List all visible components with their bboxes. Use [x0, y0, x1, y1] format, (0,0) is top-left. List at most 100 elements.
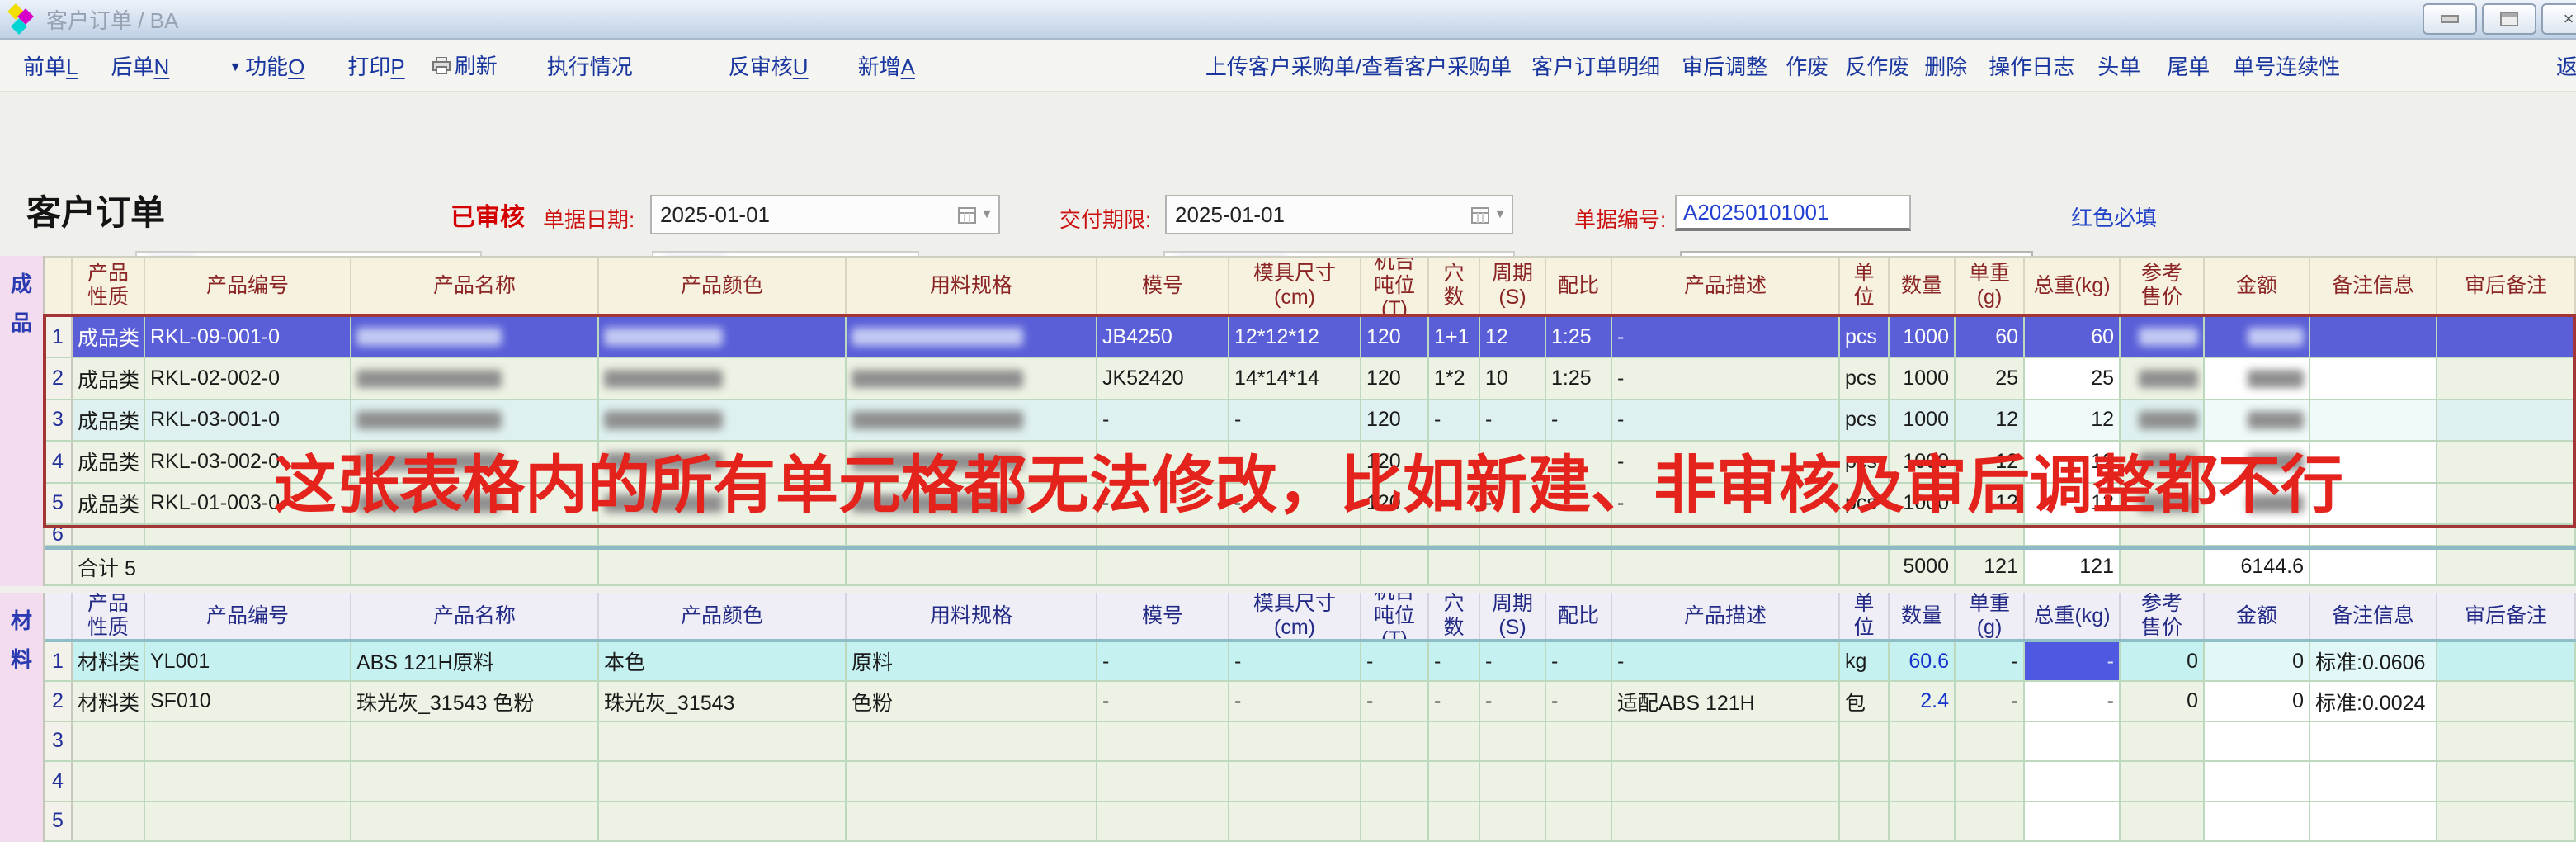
- grid-cell[interactable]: [599, 358, 847, 400]
- grid-cell[interactable]: [2121, 484, 2205, 525]
- toolbar-button-add-new[interactable]: 新增A: [858, 50, 915, 81]
- grid-cell[interactable]: 本色: [599, 642, 847, 682]
- grid-cell[interactable]: -: [1361, 642, 1429, 682]
- grid-cell[interactable]: 120: [1361, 358, 1429, 400]
- close-button[interactable]: ×: [2541, 3, 2576, 35]
- grid-cell[interactable]: [351, 802, 599, 842]
- toolbar-button-last-doc[interactable]: 尾单: [2167, 50, 2210, 81]
- grid-cell[interactable]: [1956, 802, 2025, 842]
- grid-cell[interactable]: -: [1612, 484, 1840, 525]
- grid-cell[interactable]: [2121, 762, 2205, 802]
- toolbar-button-void[interactable]: 作废: [1786, 50, 1828, 81]
- grid-cell[interactable]: 0: [2121, 642, 2205, 682]
- grid-cell[interactable]: [1546, 802, 1612, 842]
- grid-cell[interactable]: -: [1229, 484, 1361, 525]
- maximize-button[interactable]: [2482, 3, 2536, 35]
- grid-cell[interactable]: [145, 762, 351, 802]
- row-number[interactable]: 1: [45, 317, 73, 358]
- grid-cell[interactable]: [351, 358, 599, 400]
- grid-cell[interactable]: [2205, 317, 2310, 358]
- grid-cell[interactable]: [1956, 722, 2025, 762]
- row-number[interactable]: 3: [45, 722, 73, 762]
- grid-cell[interactable]: [2205, 525, 2310, 546]
- grid-cell[interactable]: pcs: [1840, 442, 1890, 483]
- toolbar-button-unvoid[interactable]: 反作废: [1845, 50, 1909, 81]
- toolbar-button-operation-log[interactable]: 操作日志: [1989, 50, 2074, 81]
- grid-cell[interactable]: pcs: [1840, 400, 1890, 442]
- toolbar-button-next-doc[interactable]: 后单N: [111, 50, 169, 81]
- grid-cell[interactable]: -: [1097, 642, 1229, 682]
- grid-cell[interactable]: JK52420: [1097, 358, 1229, 400]
- grid-cell[interactable]: [1097, 722, 1229, 762]
- toolbar-button-back[interactable]: 返回: [2556, 50, 2576, 81]
- grid-cell[interactable]: [2437, 642, 2576, 682]
- grid-cell[interactable]: pcs: [1840, 317, 1890, 358]
- grid-cell[interactable]: YL001: [145, 642, 351, 682]
- grid-cell[interactable]: -: [1480, 484, 1546, 525]
- grid-cell[interactable]: -: [1097, 400, 1229, 442]
- grid-cell[interactable]: [1890, 762, 1956, 802]
- grid-cell[interactable]: [1480, 722, 1546, 762]
- grid-cell[interactable]: [1229, 722, 1361, 762]
- grid-cell[interactable]: 0: [2205, 682, 2310, 721]
- grid-cell[interactable]: 12: [1480, 317, 1546, 358]
- grid-cell[interactable]: [2121, 358, 2205, 400]
- grid-cell[interactable]: 1000: [1890, 317, 1956, 358]
- grid-cell[interactable]: 材料类: [73, 642, 145, 682]
- grid-cell[interactable]: 包: [1840, 682, 1890, 721]
- grid-cell[interactable]: 珠光灰_31543 色粉: [351, 682, 599, 721]
- row-number[interactable]: 4: [45, 442, 73, 483]
- grid-cell[interactable]: [2025, 525, 2121, 546]
- row-number[interactable]: 1: [45, 642, 73, 682]
- grid-cell[interactable]: [599, 762, 847, 802]
- grid-cell[interactable]: 12*12*12: [1229, 317, 1361, 358]
- grid-cell[interactable]: SF010: [145, 682, 351, 721]
- grid-cell[interactable]: [2121, 400, 2205, 442]
- grid-cell[interactable]: [1429, 525, 1480, 546]
- grid-cell[interactable]: [1840, 802, 1890, 842]
- grid-cell[interactable]: [2310, 442, 2437, 483]
- grid-cell[interactable]: 120: [1361, 442, 1429, 483]
- row-number[interactable]: 5: [45, 484, 73, 525]
- grid-cell[interactable]: [847, 722, 1097, 762]
- grid-cell[interactable]: 珠光灰_31543: [599, 682, 847, 721]
- grid-cell[interactable]: [2205, 400, 2310, 442]
- grid-cell[interactable]: 1000: [1890, 484, 1956, 525]
- toolbar-button-customer-order-details[interactable]: 客户订单明细: [1531, 50, 1660, 81]
- grid-cell[interactable]: 12: [2025, 442, 2121, 483]
- grid-cell[interactable]: -: [2025, 642, 2121, 682]
- grid-cell[interactable]: [1956, 525, 2025, 546]
- grid-cell[interactable]: -: [1956, 682, 2025, 721]
- grid-cell[interactable]: -: [1361, 682, 1429, 721]
- grid-cell[interactable]: [73, 525, 145, 546]
- row-number[interactable]: 6: [45, 525, 73, 546]
- grid-cell[interactable]: -: [1612, 442, 1840, 483]
- grid-cell[interactable]: [1840, 762, 1890, 802]
- grid-cell[interactable]: [2205, 722, 2310, 762]
- grid-cell[interactable]: 1:25: [1546, 358, 1612, 400]
- grid-cell[interactable]: 1:25: [1546, 317, 1612, 358]
- grid-cell[interactable]: -: [1546, 442, 1612, 483]
- grid-cell[interactable]: 60: [1956, 317, 2025, 358]
- grid-cell[interactable]: [1361, 802, 1429, 842]
- grid-cell[interactable]: RKL-09-001-0: [145, 317, 351, 358]
- grid-cell[interactable]: [1546, 762, 1612, 802]
- grid-cell[interactable]: [2310, 525, 2437, 546]
- grid-cell[interactable]: [2121, 525, 2205, 546]
- toolbar-button-delete[interactable]: 删除: [1924, 50, 1967, 81]
- grid-cell[interactable]: [2121, 802, 2205, 842]
- grid-cell[interactable]: [2310, 802, 2437, 842]
- grid-cell[interactable]: [599, 802, 847, 842]
- grid-cell[interactable]: [1097, 802, 1229, 842]
- grid-cell[interactable]: [1229, 802, 1361, 842]
- grid-cell[interactable]: 14*14*14: [1229, 358, 1361, 400]
- grid-cell[interactable]: [1429, 722, 1480, 762]
- grid-cell[interactable]: [2310, 400, 2437, 442]
- grid-cell[interactable]: [2205, 358, 2310, 400]
- grid-cell[interactable]: 适配ABS 121H: [1612, 682, 1840, 721]
- toolbar-button-post-audit-adjust[interactable]: 审后调整: [1682, 50, 1767, 81]
- grid-cell[interactable]: 成品类: [73, 484, 145, 525]
- toolbar-button-functions[interactable]: ▼功能O: [229, 50, 304, 81]
- grid-cell[interactable]: -: [1612, 642, 1840, 682]
- grid-cell[interactable]: 1000: [1890, 442, 1956, 483]
